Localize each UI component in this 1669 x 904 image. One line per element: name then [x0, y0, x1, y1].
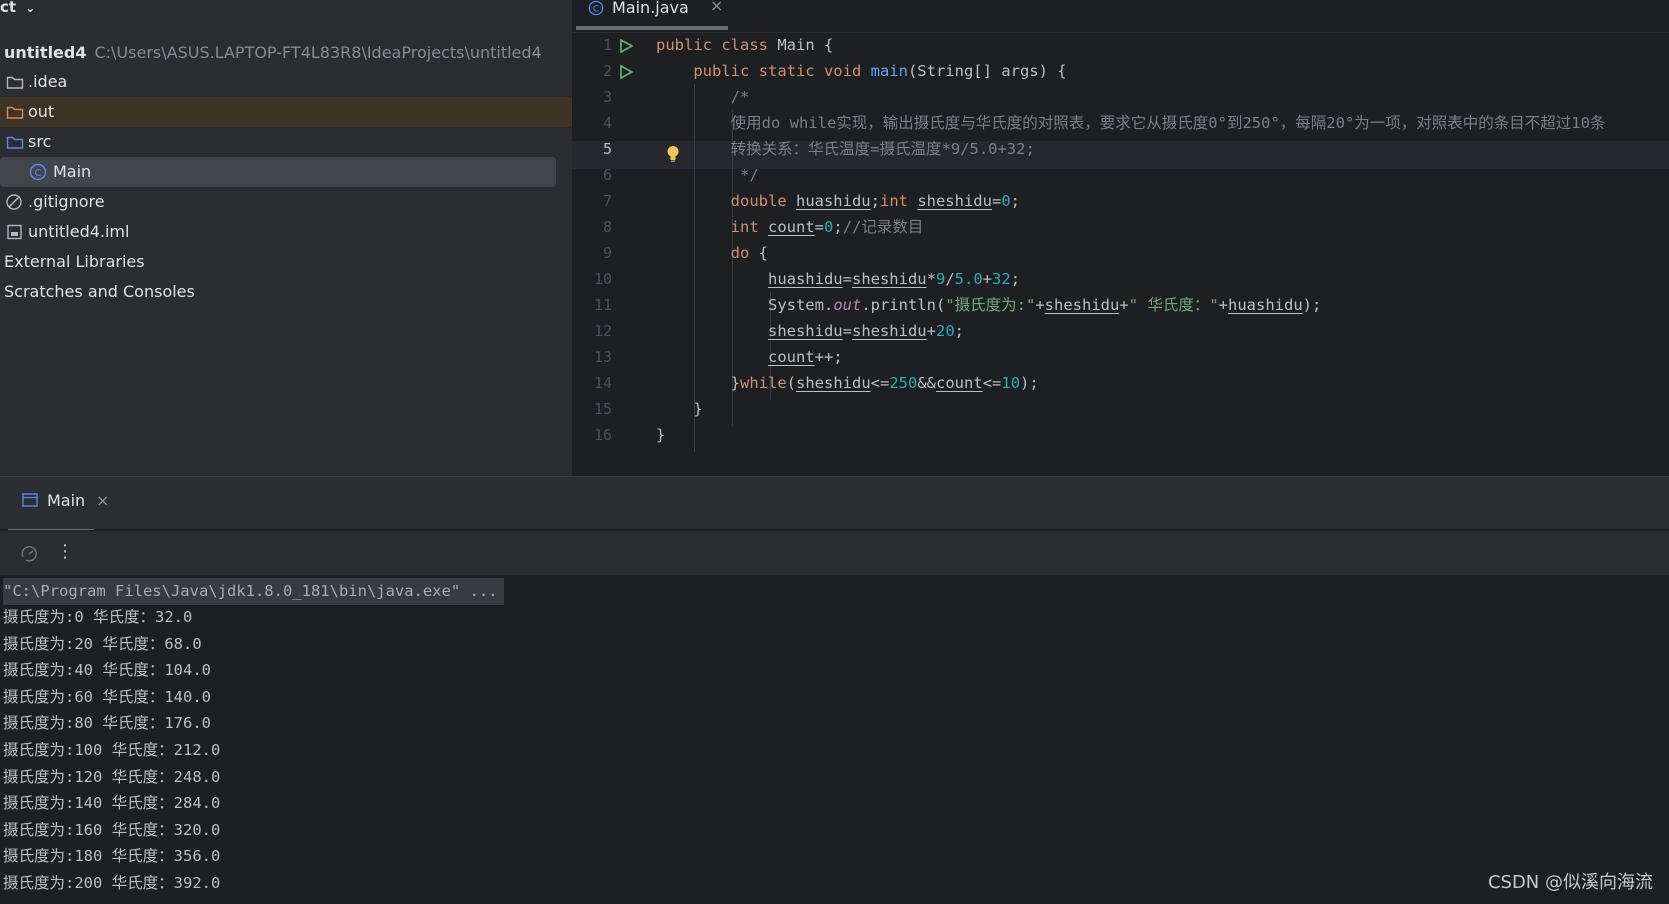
console-icon — [22, 493, 38, 507]
console-line: 摄氏度为:160 华氏度：320.0 — [3, 821, 221, 839]
code-content[interactable]: public class Main { public static void m… — [656, 32, 1669, 476]
line-number: 10 — [593, 270, 612, 288]
console-command-line: "C:\Program Files\Java\jdk1.8.0_181\bin\… — [3, 578, 504, 605]
tree-item-main[interactable]: C Main — [0, 157, 556, 187]
svg-text:C: C — [35, 168, 42, 179]
tab-label: Main — [47, 491, 86, 510]
line-number: 4 — [602, 114, 612, 132]
console-line: 摄氏度为:140 华氏度：284.0 — [3, 794, 221, 812]
code-editor[interactable]: C Main.java × 1 2 3 4 5 6 7 8 9 10 11 12 13 14 15 16 pu… — [572, 0, 1669, 476]
lightbulb-icon[interactable] — [666, 145, 680, 163]
module-file-icon — [7, 224, 22, 240]
line-number: 11 — [593, 296, 612, 314]
line-gutter: 1 2 3 4 5 6 7 8 9 10 11 12 13 14 15 16 — [572, 32, 652, 476]
tree-item-label: Main — [53, 162, 92, 181]
run-icon[interactable] — [618, 38, 634, 54]
console-line: 摄氏度为:40 华氏度：104.0 — [3, 661, 211, 679]
code-line-14: }while(sheshidu<=250&&count<=10); — [656, 374, 1039, 392]
ignored-file-icon — [6, 194, 22, 210]
tree-root-label: untitled4 C:\Users\ASUS.LAPTOP-FT4L83R8\I… — [4, 38, 542, 68]
tree-item-label: External Libraries — [4, 252, 145, 271]
run-tab-bar: Main × — [0, 477, 1669, 533]
tree-item-external-libraries[interactable]: External Libraries — [0, 247, 572, 277]
code-line-2: public static void main(String[] args) { — [693, 62, 1067, 80]
line-number: 2 — [602, 62, 612, 80]
tree-item-label: untitled4.iml — [28, 222, 130, 241]
code-line-3: /* — [656, 88, 750, 106]
line-number: 14 — [593, 374, 612, 392]
tree-item-out[interactable]: out — [0, 97, 572, 127]
line-number: 12 — [593, 322, 612, 340]
code-line-9: do { — [730, 244, 768, 262]
line-number: 13 — [593, 348, 612, 366]
code-line-8: int count=0;//记录数目 — [730, 218, 924, 236]
root-name: untitled4 — [4, 43, 87, 62]
rerun-icon[interactable] — [20, 545, 40, 563]
code-line-16: } — [656, 426, 666, 444]
run-tool-window: Main × ⋮ "C:\Program Files\Java\jdk1.8.0… — [0, 476, 1669, 904]
console-line: 摄氏度为:60 华氏度：140.0 — [3, 688, 211, 706]
tree-item-gitignore[interactable]: .gitignore — [0, 187, 572, 217]
folder-icon — [6, 76, 24, 89]
line-number: 7 — [602, 192, 612, 210]
tree-item-src[interactable]: src — [0, 127, 572, 157]
line-number: 9 — [602, 244, 612, 262]
chevron-down-icon: ⌄ — [25, 1, 36, 15]
console-line: 摄氏度为:0 华氏度：32.0 — [3, 608, 193, 626]
code-line-11: System.out.println("摄氏度为:"+sheshidu+" 华氏… — [656, 296, 1322, 314]
editor-tab-bar: C Main.java × — [572, 0, 1669, 33]
run-toolbar: ⋮ — [0, 530, 1669, 575]
code-line-5: 转换关系：华氏温度=摄氏温度*9/5.0+32; — [656, 140, 1035, 158]
console-line: 摄氏度为:200 华氏度：392.0 — [3, 874, 221, 892]
folder-icon — [6, 106, 24, 119]
tree-item-idea[interactable]: .idea — [0, 67, 572, 97]
line-number: 8 — [602, 218, 612, 236]
tree-item-iml[interactable]: untitled4.iml — [0, 217, 572, 247]
code-line-4: 使用do while实现，输出摄氏度与华氏度的对照表，要求它从摄氏度0°到250… — [656, 114, 1606, 132]
line-number: 1 — [602, 36, 612, 54]
run-icon[interactable] — [618, 64, 634, 80]
line-number: 3 — [602, 88, 612, 106]
source-folder-icon — [6, 136, 24, 149]
code-line-10: huashidu=sheshidu*9/5.0+32; — [767, 270, 1021, 288]
watermark: CSDN @似溪向海流 — [1487, 872, 1653, 893]
line-number: 16 — [593, 426, 612, 444]
console-output[interactable]: "C:\Program Files\Java\jdk1.8.0_181\bin\… — [0, 574, 1669, 904]
line-number: 6 — [602, 166, 612, 184]
close-icon[interactable]: × — [710, 0, 723, 14]
svg-text:C: C — [593, 5, 599, 15]
code-line-6: */ — [656, 166, 759, 184]
java-class-icon: C — [588, 0, 604, 16]
root-path: C:\Users\ASUS.LAPTOP-FT4L83R8\IdeaProjec… — [94, 43, 542, 62]
tab-label: Main.java — [612, 0, 689, 17]
console-line: 摄氏度为:20 华氏度：68.0 — [3, 635, 202, 653]
tree-item-label: src — [28, 132, 52, 151]
code-line-7: double huashidu;int sheshidu=0; — [730, 192, 1020, 210]
code-line-12: sheshidu=sheshidu+20; — [767, 322, 964, 340]
java-class-icon: C — [29, 163, 47, 181]
more-options-icon[interactable]: ⋮ — [56, 541, 74, 562]
line-number: 5 — [602, 140, 612, 158]
tree-item-label: .gitignore — [28, 192, 105, 211]
console-line: 摄氏度为:80 华氏度：176.0 — [3, 714, 211, 732]
line-number: 15 — [593, 400, 612, 418]
project-view-label: ct — [0, 0, 17, 16]
console-line: 摄氏度为:100 华氏度：212.0 — [3, 741, 221, 759]
project-panel: ct ⌄ untitled4 C:\Users\ASUS.LAPTOP-FT4L8… — [0, 0, 572, 476]
tree-item-label: out — [28, 102, 55, 121]
console-line: 摄氏度为:120 华氏度：248.0 — [3, 768, 221, 786]
tree-item-scratches[interactable]: Scratches and Consoles — [0, 277, 572, 307]
project-view-selector[interactable]: ct ⌄ — [0, 0, 35, 16]
tree-item-label: Scratches and Consoles — [4, 282, 195, 301]
tab-active-indicator — [576, 26, 728, 30]
code-line-13: count++; — [767, 348, 843, 366]
tree-item-label: .idea — [28, 72, 68, 91]
code-line-1: public class Main { — [656, 36, 834, 54]
close-icon[interactable]: × — [96, 489, 109, 513]
code-line-15: } — [656, 400, 703, 418]
tree-root[interactable]: untitled4 C:\Users\ASUS.LAPTOP-FT4L83R8\I… — [0, 38, 572, 68]
console-line: 摄氏度为:180 华氏度：356.0 — [3, 847, 221, 865]
